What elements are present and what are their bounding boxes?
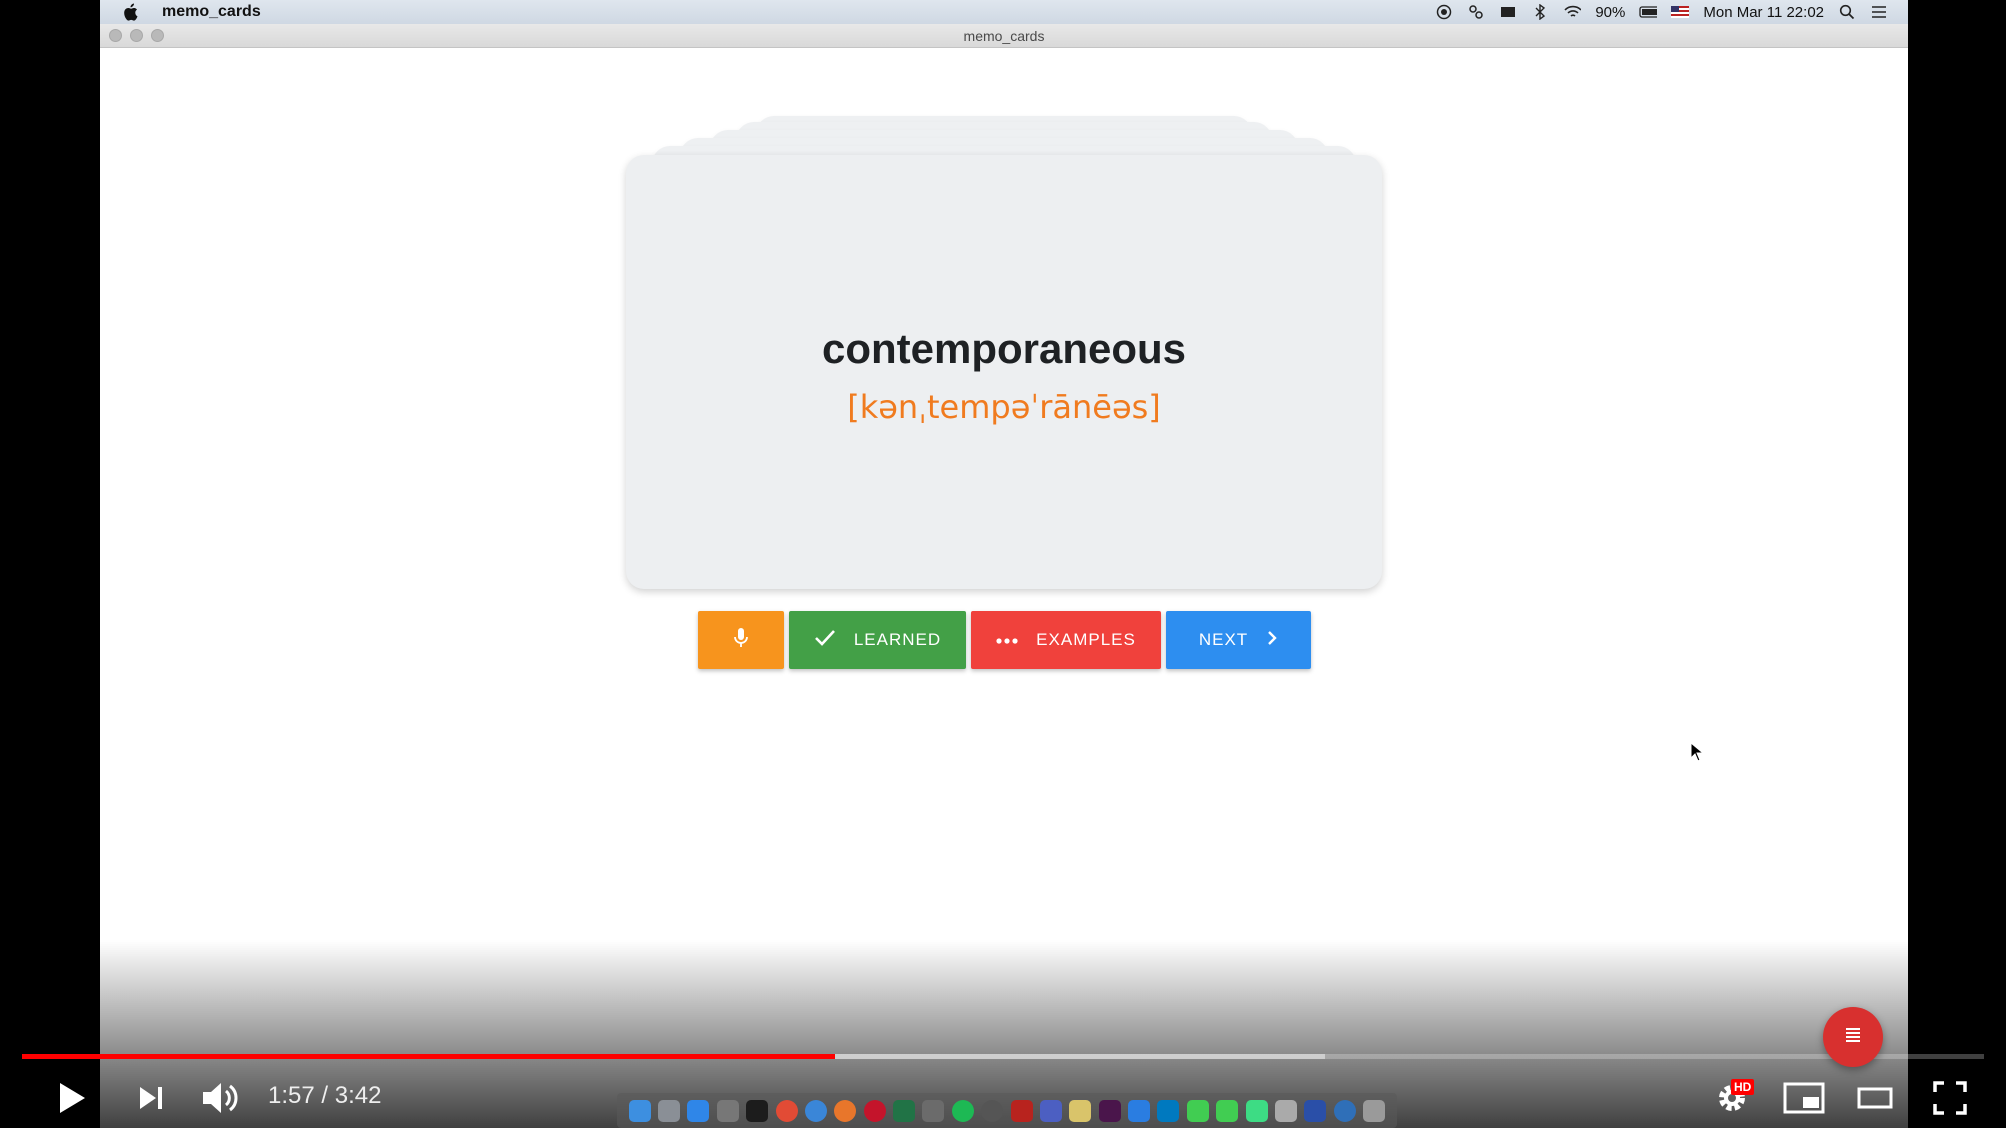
menubar-status-area: 90% Mon Mar 11 22:02 — [1435, 0, 1888, 24]
fullscreen-icon — [1933, 1080, 1967, 1120]
miniplayer-icon — [1783, 1082, 1825, 1119]
chrome-icon[interactable] — [775, 1099, 798, 1122]
theater-mode-icon — [1857, 1086, 1893, 1115]
memo-cards-app-icon[interactable] — [1304, 1099, 1327, 1122]
flash-card[interactable]: contemporaneous [kənˌtempəˈrānēəs] — [626, 155, 1382, 589]
excel-icon[interactable] — [893, 1099, 916, 1122]
finder-icon[interactable] — [628, 1099, 651, 1122]
menu-lines-icon — [1844, 1027, 1862, 1048]
macos-menubar: memo_cards 90% Mon Mar 11 22:02 — [100, 0, 1908, 24]
launchpad-icon[interactable] — [658, 1099, 681, 1122]
volume-button[interactable] — [198, 1078, 242, 1122]
apple-icon[interactable] — [120, 2, 140, 22]
theater-mode-button[interactable] — [1853, 1078, 1897, 1122]
learned-button[interactable]: LEARNED — [789, 611, 966, 669]
firefox-icon[interactable] — [834, 1099, 857, 1122]
wifi-icon[interactable] — [1563, 3, 1582, 21]
app-store-icon[interactable] — [687, 1099, 710, 1122]
mouse-cursor-icon — [1690, 741, 1705, 767]
more-dots-icon — [996, 630, 1018, 650]
video-played-bar — [22, 1054, 836, 1059]
menubar-datetime[interactable]: Mon Mar 11 22:02 — [1703, 4, 1824, 21]
microphone-icon — [733, 627, 749, 654]
notification-icon[interactable] — [1499, 3, 1517, 21]
video-player[interactable]: memo_cards 90% Mon Mar 11 22:02 memo_car… — [0, 0, 2006, 1128]
card-word: contemporaneous — [821, 325, 1187, 372]
trello-icon[interactable] — [1157, 1099, 1180, 1122]
android-studio-icon[interactable] — [1245, 1099, 1268, 1122]
filezilla-icon[interactable] — [1010, 1099, 1033, 1122]
slack-icon[interactable] — [1098, 1099, 1121, 1122]
chevron-right-icon — [1266, 629, 1278, 652]
check-icon — [814, 629, 836, 652]
next-video-button[interactable] — [134, 1080, 168, 1120]
trash-icon[interactable] — [1363, 1099, 1386, 1122]
skip-next-icon — [137, 1084, 165, 1117]
next-button-label: NEXT — [1198, 630, 1249, 649]
battery-percent: 90% — [1595, 3, 1626, 21]
hd-badge: HD — [1731, 1079, 1755, 1095]
github-icon[interactable] — [981, 1099, 1004, 1122]
miniplayer-button[interactable] — [1782, 1078, 1826, 1122]
macos-dock — [617, 1093, 1397, 1128]
card-action-bar: LEARNED EXAMPLES NEXT — [698, 611, 1311, 669]
play-icon — [57, 1081, 87, 1120]
notification-center-icon[interactable] — [1870, 3, 1888, 21]
controls-icon[interactable] — [1467, 3, 1485, 21]
notes-icon[interactable] — [1069, 1099, 1092, 1122]
fullscreen-button[interactable] — [1928, 1078, 1972, 1122]
system-preferences-icon[interactable] — [716, 1099, 739, 1122]
video-progress-bar[interactable] — [22, 1054, 1984, 1059]
learned-button-label: LEARNED — [853, 630, 942, 649]
qt-icon[interactable] — [1039, 1099, 1062, 1122]
quicktime-icon[interactable] — [1333, 1099, 1356, 1122]
video-time: 1:57 / 3:42 — [268, 1082, 382, 1109]
pronounce-button[interactable] — [698, 611, 784, 669]
terminal-icon[interactable] — [746, 1099, 769, 1122]
next-button[interactable]: NEXT — [1166, 611, 1311, 669]
card-phonetic: [kənˌtempəˈrānēəs] — [847, 388, 1161, 426]
qt-creator-icon[interactable] — [1186, 1099, 1209, 1122]
volume-icon — [200, 1080, 240, 1121]
menubar-app-name[interactable]: memo_cards — [162, 3, 261, 21]
spotlight-search-icon[interactable] — [1838, 3, 1856, 21]
qt-designer-icon[interactable] — [1216, 1099, 1239, 1122]
bluetooth-icon[interactable] — [1531, 3, 1549, 21]
xcode-icon[interactable] — [1128, 1099, 1151, 1122]
examples-button-label: EXAMPLES — [1036, 630, 1136, 649]
us-flag-icon[interactable] — [1671, 3, 1690, 21]
record-icon[interactable] — [1435, 3, 1453, 21]
opera-icon[interactable] — [863, 1099, 886, 1122]
examples-button[interactable]: EXAMPLES — [971, 611, 1161, 669]
safari-icon[interactable] — [804, 1099, 827, 1122]
textedit-icon[interactable] — [1274, 1099, 1297, 1122]
play-button[interactable] — [52, 1078, 92, 1122]
window-title: memo_cards — [963, 27, 1045, 44]
battery-icon[interactable] — [1639, 3, 1658, 21]
preview-icon[interactable] — [922, 1099, 945, 1122]
spotify-icon[interactable] — [951, 1099, 974, 1122]
floating-menu-button[interactable] — [1823, 1007, 1883, 1067]
window-titlebar: memo_cards — [100, 24, 1908, 48]
